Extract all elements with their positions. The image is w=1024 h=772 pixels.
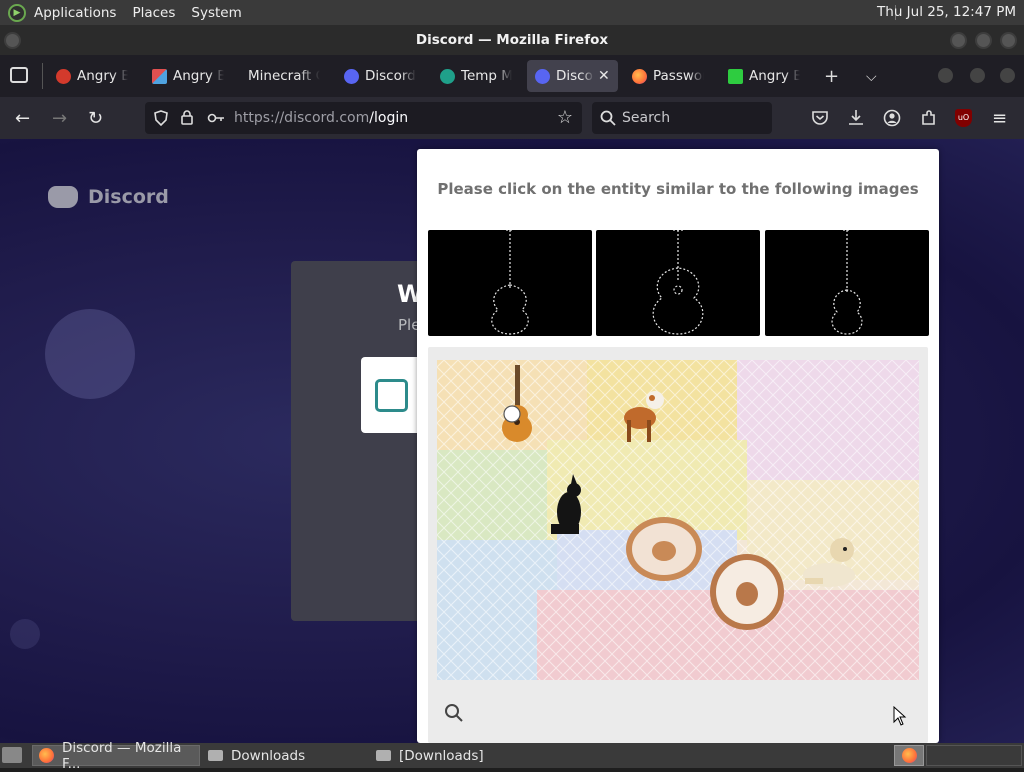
taskbar-label: [Downloads] [399,747,484,764]
workspace-switcher-empty[interactable] [926,745,1022,766]
captcha-task-panel [428,347,928,743]
new-tab-button[interactable]: + [824,66,839,87]
window-menu-icon[interactable] [4,32,21,49]
temp-mail-icon [440,68,455,84]
folder-icon [208,750,223,761]
captcha-object-donut [710,554,784,630]
search-bar[interactable]: Search [592,102,772,134]
zoom-search-icon[interactable] [444,703,464,723]
show-desktop-icon[interactable] [2,747,22,763]
desktop-panel: ▶ Applications Places System Thu Jul 25,… [0,0,1024,25]
mouse-cursor-icon [893,706,907,726]
places-menu[interactable]: Places [124,5,183,21]
tab-temp-mail[interactable]: Temp Mail [432,60,520,92]
workspace-switcher[interactable] [894,745,924,766]
applications-menu[interactable]: Applications [26,5,124,21]
clock[interactable]: Thu Jul 25, 12:47 PM [877,4,1016,20]
taskbar-label: Discord — Mozilla F... [62,739,182,772]
close-tab-icon[interactable]: ✕ [598,68,610,84]
tab-label: Angry Birds [173,68,224,84]
url-text[interactable]: https://discord.com/login [234,110,408,126]
discord-logo[interactable]: Discord [48,186,169,208]
tab-label: Discord [365,68,416,84]
tab-password[interactable]: Password [624,60,712,92]
minimize-button[interactable] [950,32,967,49]
tab-label: Angry Birds [749,68,800,84]
example-image-guitar [596,230,760,336]
folder-icon [376,750,391,761]
os-logo-icon[interactable]: ▶ [8,3,26,22]
tab-label: Minecraft Classic [248,68,320,84]
taskbar-item-firefox[interactable]: Discord — Mozilla F... [32,740,200,772]
firefox-icon [632,68,647,84]
qr-icon [375,379,408,412]
lock-icon[interactable] [180,109,194,126]
angry-birds-icon [56,68,71,84]
taskbar-item-downloads-2[interactable]: [Downloads] [370,745,536,766]
tab-angry-birds-2[interactable]: Angry Birds [144,60,232,92]
captcha-task-image[interactable] [437,360,919,680]
tab-discord-active[interactable]: Discord ✕ [527,60,618,92]
creeper-icon [728,68,743,84]
background-decoration [45,309,135,399]
discord-icon [535,68,550,84]
background-decoration [10,619,40,649]
firefox-icon [902,748,917,763]
hamburger-menu-icon[interactable]: ≡ [992,108,1007,129]
example-image-guitar [428,230,592,336]
search-placeholder: Search [622,110,671,126]
firefox-icon [39,748,54,763]
window-title: Discord — Mozilla Firefox [415,32,609,48]
shield-icon[interactable] [153,110,169,126]
taskbar-item-downloads[interactable]: Downloads [202,745,368,766]
window-titlebar: Discord — Mozilla Firefox [0,25,1024,55]
tab-minecraft[interactable]: Minecraft Classic [240,60,328,92]
search-icon [600,110,616,126]
back-icon[interactable]: ← [15,108,30,129]
window-button-icon[interactable] [1000,68,1015,83]
list-all-tabs-icon[interactable]: ⌵ [866,69,877,85]
captcha-challenge: Please click on the entity similar to th… [417,149,939,743]
tab-label: Discord [556,68,594,84]
captcha-prompt: Please click on the entity similar to th… [437,180,919,198]
system-menu[interactable]: System [183,5,249,21]
tab-angry-birds-3[interactable]: Angry Birds [720,60,808,92]
taskbar-label: Downloads [231,747,306,764]
window-button-icon[interactable] [970,68,985,83]
tab-label: Password [653,68,704,84]
reload-icon[interactable]: ↻ [88,108,103,129]
discord-icon [344,68,359,84]
discord-icon [48,186,78,208]
bookmark-star-icon[interactable]: ☆ [557,107,573,128]
tab-label: Angry Birds [77,68,128,84]
extensions-icon[interactable] [920,109,938,127]
brand-text: Discord [88,186,169,208]
ublock-icon[interactable]: uO [955,109,972,127]
downloads-icon[interactable] [847,108,865,126]
example-image-guitar [765,230,929,336]
tab-discord-1[interactable]: Discord [336,60,424,92]
forward-icon[interactable]: → [52,108,67,129]
key-icon[interactable] [207,112,225,124]
click-marker [503,405,521,423]
taskbar: Discord — Mozilla F... Downloads [Downlo… [0,740,1024,772]
tab-divider [42,63,43,89]
tab-angry-birds-1[interactable]: Angry Birds [48,60,136,92]
window-button-icon[interactable] [938,68,953,83]
account-icon[interactable] [883,109,901,127]
url-bar[interactable]: https://discord.com/login ☆ [145,102,582,134]
close-window-button[interactable] [1000,32,1017,49]
captcha-object-donut [626,517,702,581]
angry-birds-icon [152,68,167,84]
maximize-button[interactable] [975,32,992,49]
firefox-view-icon[interactable] [10,67,28,83]
pocket-icon[interactable] [811,109,829,127]
tab-label: Temp Mail [461,68,512,84]
